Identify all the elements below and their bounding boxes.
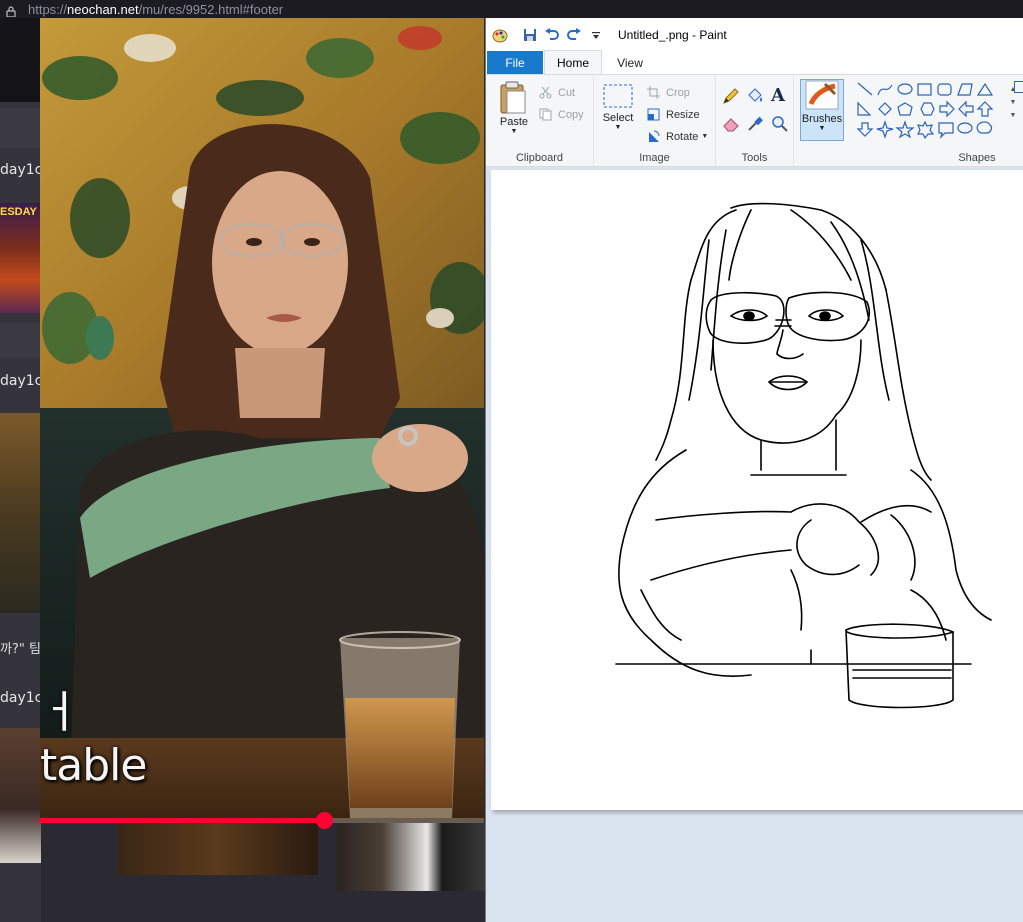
board-thumb-4[interactable]	[0, 323, 41, 358]
line-drawing	[615, 202, 992, 709]
subtitle-english: table	[40, 740, 147, 791]
group-shapes: ▲ ▼ ▼ Shapes	[850, 75, 1023, 167]
paste-dropdown-icon: ▼	[510, 128, 518, 135]
select-dropdown-icon: ▼	[614, 124, 622, 131]
board-thumb-1[interactable]	[0, 18, 41, 102]
resize-icon	[646, 107, 661, 122]
group-image: Select ▼ Crop Resize Rotate ▼ Image	[594, 75, 716, 167]
cut-label: Cut	[558, 86, 576, 99]
group-brushes: Brushes ▼	[794, 75, 848, 167]
group-clipboard: Paste ▼ Cut Copy Clipboard	[486, 75, 594, 167]
crop-button[interactable]: Crop	[646, 85, 690, 100]
select-label: Select	[602, 112, 634, 124]
brushes-dropdown-icon: ▼	[818, 125, 826, 132]
magnifier-icon[interactable]	[771, 115, 789, 133]
crop-label: Crop	[666, 86, 690, 99]
window-title: Untitled_.png - Paint	[618, 28, 727, 42]
board-thumb-8[interactable]	[337, 823, 486, 891]
tools-group-label: Tools	[741, 152, 768, 164]
outline-icon[interactable]	[1014, 81, 1023, 93]
pencil-icon[interactable]	[722, 87, 740, 105]
rotate-dropdown-icon: ▼	[701, 133, 709, 140]
post-label-1: day1c	[0, 162, 43, 178]
quick-access-dropdown-icon[interactable]	[588, 27, 604, 43]
select-icon	[603, 84, 633, 108]
scissors-icon	[538, 85, 553, 100]
fill-icon[interactable]	[746, 87, 764, 105]
paint-title-bar: Untitled_.png - Paint	[486, 18, 1023, 52]
post-label-2: day1c	[0, 373, 43, 389]
ribbon-tabs: File Home View	[486, 50, 1023, 75]
url-prefix: https://	[28, 1, 68, 17]
image-group-label: Image	[639, 152, 670, 164]
paste-icon	[500, 81, 526, 114]
rotate-button[interactable]: Rotate ▼	[646, 129, 708, 144]
video-progress-bar[interactable]	[40, 812, 484, 829]
board-thumb-2[interactable]	[0, 108, 41, 148]
browser-url-bar[interactable]: https://neochan.net/mu/res/9952.html#foo…	[0, 0, 1023, 18]
board-thumb-5[interactable]	[0, 413, 41, 613]
select-button[interactable]: Select ▼	[600, 83, 636, 131]
resize-label: Resize	[666, 108, 700, 121]
subtitle-korean: ㅓ	[40, 687, 81, 738]
eraser-icon[interactable]	[722, 115, 740, 133]
rotate-label: Rotate	[666, 130, 699, 143]
url-text: https://neochan.net/mu/res/9952.html#foo…	[28, 2, 283, 17]
shapes-group-label: Shapes	[958, 152, 996, 164]
paste-button[interactable]: Paste ▼	[496, 81, 532, 135]
group-tools: A Tools	[716, 75, 794, 167]
copy-label: Copy	[558, 108, 584, 121]
shapes-icons	[856, 82, 994, 140]
tab-file[interactable]: File	[487, 51, 543, 74]
tab-view[interactable]: View	[602, 51, 658, 74]
resize-button[interactable]: Resize	[646, 107, 700, 122]
drawing-canvas[interactable]	[491, 170, 1023, 810]
board-thumb-text: ESDAY	[0, 206, 37, 218]
paste-label: Paste	[499, 116, 529, 128]
paint-window: Untitled_.png - Paint File Home View Pas…	[485, 18, 1023, 922]
brush-icon	[805, 80, 839, 110]
tab-home[interactable]: Home	[544, 50, 602, 74]
screen: https://neochan.net/mu/res/9952.html#foo…	[0, 0, 1023, 922]
paint-app-icon[interactable]	[492, 27, 508, 43]
cut-button[interactable]: Cut	[538, 85, 575, 100]
brushes-label: Brushes	[801, 113, 843, 125]
board-thumb-3[interactable]	[0, 203, 41, 313]
video-frame[interactable]: ㅓ table	[40, 18, 484, 822]
canvas-area	[486, 168, 1023, 922]
video-image	[40, 18, 484, 822]
post-label-3: day1c	[0, 690, 43, 706]
clipboard-group-label: Clipboard	[515, 152, 564, 164]
brushes-button[interactable]: Brushes ▼	[800, 79, 844, 141]
redo-icon[interactable]	[566, 27, 582, 43]
color-picker-icon[interactable]	[746, 115, 764, 133]
lock-icon	[6, 4, 16, 18]
url-host: neochan.net	[67, 1, 139, 17]
rotate-icon	[646, 129, 661, 144]
undo-icon[interactable]	[544, 27, 560, 43]
copy-button[interactable]: Copy	[538, 107, 584, 122]
board-thumb-7[interactable]	[118, 823, 318, 875]
shapes-gallery[interactable]	[856, 81, 1006, 145]
text-icon[interactable]: A	[771, 85, 785, 106]
copy-icon	[538, 107, 553, 122]
board-thumb-6[interactable]	[0, 728, 41, 863]
save-icon[interactable]	[522, 27, 538, 43]
url-path: /mu/res/9952.html#footer	[138, 1, 284, 17]
crop-icon	[646, 85, 661, 100]
video-progress-fill	[40, 818, 325, 823]
ribbon: Paste ▼ Cut Copy Clipboard Select ▼ Crop…	[486, 75, 1023, 167]
